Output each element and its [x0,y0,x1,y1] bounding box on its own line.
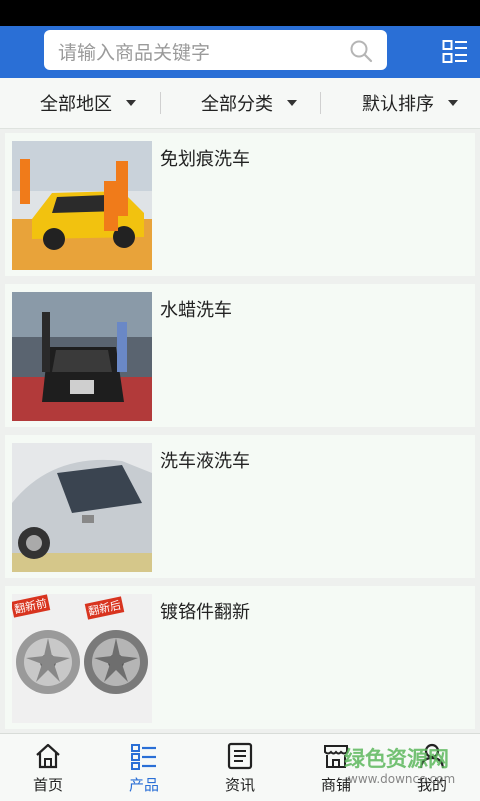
tab-home[interactable]: 首页 [0,734,96,801]
product-title: 镀铬件翻新 [160,602,250,623]
filter-region-label: 全部地区 [40,94,112,115]
caret-down-icon [448,100,458,106]
product-item[interactable]: 免划痕洗车 [5,133,475,276]
tab-products[interactable]: 产品 [96,734,192,801]
caret-down-icon [126,100,136,106]
list-icon [131,744,156,770]
product-thumbnail [12,443,152,572]
top-header: 请输入商品关键字 [0,26,480,78]
search-icon[interactable] [349,39,373,63]
divider [320,92,321,114]
product-title: 免划痕洗车 [160,149,250,170]
search-input[interactable]: 请输入商品关键字 [44,30,387,70]
product-item[interactable]: 翻新前 翻新后 镀铬件翻新 [5,586,475,729]
watermark-logo: 绿色资源网 [344,747,449,771]
divider [160,92,161,114]
tab-news-label: 资讯 [224,776,255,794]
category-menu-icon[interactable] [442,39,468,65]
product-item[interactable]: 水蜡洗车 [5,284,475,427]
product-item[interactable]: 洗车液洗车 [5,435,475,578]
news-icon [227,742,253,770]
tab-products-label: 产品 [128,776,159,794]
caret-down-icon [287,100,297,106]
product-thumbnail [12,292,152,421]
product-thumbnail [12,141,152,270]
search-placeholder: 请输入商品关键字 [58,42,211,64]
filter-bar: 全部地区 全部分类 默认排序 [0,78,480,129]
product-title: 洗车液洗车 [160,451,250,472]
tab-home-label: 首页 [32,776,63,794]
filter-category[interactable]: 全部分类 [201,78,297,128]
filter-sort-label: 默认排序 [362,94,434,115]
status-bar [0,0,480,26]
home-icon [36,743,60,769]
product-title: 水蜡洗车 [160,300,232,321]
product-thumbnail: 翻新前 翻新后 [12,594,152,723]
product-list: 免划痕洗车 水蜡洗车 洗车液洗车 翻新前 翻新后 镀铬件翻新 [0,128,480,733]
tab-news[interactable]: 资讯 [192,734,288,801]
watermark-url: www.downcc.com [348,772,456,786]
filter-region[interactable]: 全部地区 [40,78,136,128]
filter-sort[interactable]: 默认排序 [362,78,458,128]
filter-category-label: 全部分类 [201,94,273,115]
